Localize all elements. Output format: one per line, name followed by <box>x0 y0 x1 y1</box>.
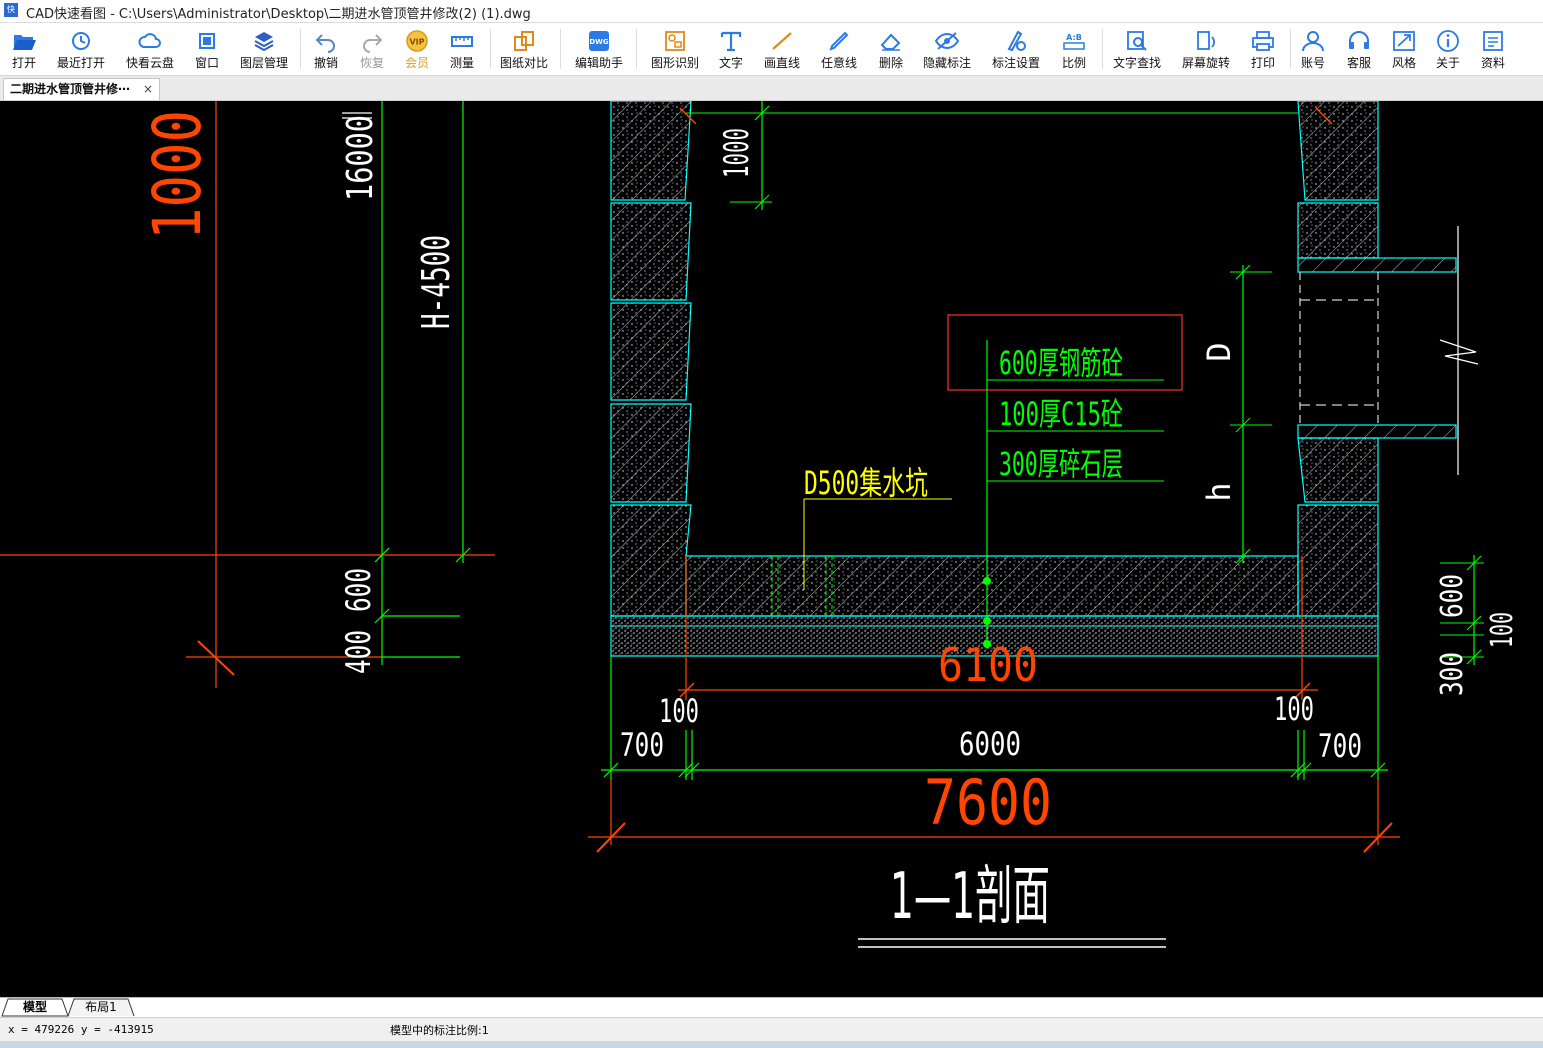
svg-text:A:B: A:B <box>1066 33 1082 42</box>
dim-h: h <box>1200 482 1238 501</box>
os-taskbar <box>0 1041 1543 1048</box>
rotate-screen-icon <box>1197 31 1215 50</box>
eraser-icon <box>880 33 901 51</box>
document-tab-strip: 二期进水管顶管井修⋯ × <box>0 76 1543 101</box>
layers-icon <box>254 32 274 52</box>
model-tab[interactable]: 模型 <box>8 999 62 1016</box>
dimension-settings-button[interactable]: 标注设置 <box>986 26 1046 72</box>
delete-button[interactable]: 删除 <box>872 26 910 72</box>
right-dims: 600 300 100 <box>1435 555 1520 696</box>
undo-icon <box>315 34 335 53</box>
printer-icon <box>1252 31 1274 51</box>
hide-dimension-button[interactable]: 隐藏标注 <box>918 26 976 72</box>
annotation-scale: 模型中的标注比例:1 <box>390 1024 489 1037</box>
pen-icon <box>829 31 849 51</box>
freeline-button[interactable]: 任意线 <box>814 26 864 72</box>
style-icon <box>1393 31 1415 51</box>
editor-button[interactable]: DWG 编辑助手 <box>570 26 628 72</box>
user-icon <box>1302 31 1324 52</box>
shape-recognition-button[interactable]: 图形识别 <box>646 26 704 72</box>
dim-6100: 6100 <box>938 638 1038 692</box>
svg-text:VIP: VIP <box>409 38 424 47</box>
dim-7600: 7600 <box>924 766 1052 839</box>
layout1-tab[interactable]: 布局1 <box>74 999 128 1016</box>
dimension-settings-icon <box>1007 30 1026 52</box>
about-button[interactable]: 关于 <box>1430 26 1466 72</box>
history-icon <box>72 32 90 50</box>
print-button[interactable]: 打印 <box>1244 26 1282 72</box>
dim-100-right-wall: 100 <box>1274 690 1314 728</box>
window-icon <box>199 33 215 49</box>
dim-100-right: 100 <box>1485 612 1520 648</box>
scale-ratio-icon: A:B <box>1063 33 1085 50</box>
measure-button[interactable]: 测量 <box>442 26 482 72</box>
status-bar: x = 479226 y = -413915 模型中的标注比例:1 <box>0 1017 1543 1042</box>
vip-button[interactable]: VIP 会员 <box>398 26 436 72</box>
service-button[interactable]: 客服 <box>1340 26 1378 72</box>
app-logo-icon: 快图 <box>4 3 18 28</box>
layout-tab-bar: 模型 布局1 <box>0 997 1543 1017</box>
document-tab[interactable]: 二期进水管顶管井修⋯ × <box>3 78 160 100</box>
headset-icon <box>1349 31 1369 49</box>
dim-100-left-wall: 100 <box>659 692 699 730</box>
compare-button[interactable]: 图纸对比 <box>496 26 552 72</box>
dim-600-left: 600 <box>339 568 379 612</box>
open-button[interactable]: 打开 <box>4 26 44 72</box>
window-title: CAD快速看图 - C:\Users\Administrator\Desktop… <box>26 7 531 22</box>
left-elevation: 1000 16000 H-4500 600 400 <box>0 101 495 688</box>
folder-open-icon <box>13 35 36 50</box>
account-button[interactable]: 账号 <box>1294 26 1332 72</box>
dim-6000: 6000 <box>959 725 1021 763</box>
dim-700-right: 700 <box>1318 727 1362 765</box>
info-icon <box>1437 30 1459 52</box>
shape-recognition-icon <box>665 31 685 51</box>
dim-300-right: 300 <box>1435 652 1470 696</box>
undo-button[interactable]: 撤销 <box>306 26 346 72</box>
resources-icon <box>1483 31 1503 51</box>
ruler-icon <box>451 36 473 47</box>
svg-text:DWG: DWG <box>589 38 609 46</box>
cursor-coordinates: x = 479226 y = -413915 <box>8 1023 154 1036</box>
compare-icon <box>514 31 534 51</box>
dim-700-left: 700 <box>620 726 664 764</box>
label-600-rc: 600厚钢筋砼 <box>999 344 1123 382</box>
document-tab-label: 二期进水管顶管井修⋯ <box>10 82 131 96</box>
label-300-gravel: 300厚碎石层 <box>999 445 1123 483</box>
line-icon <box>772 32 792 50</box>
dim-1000-inner: 1000 <box>717 128 757 178</box>
cloud-icon <box>138 33 161 48</box>
redo-button[interactable]: 恢复 <box>352 26 392 72</box>
style-button[interactable]: 风格 <box>1386 26 1422 72</box>
dim-D: D <box>1200 342 1238 361</box>
text-search-icon <box>1127 31 1147 51</box>
scale-button[interactable]: A:B 比例 <box>1054 26 1094 72</box>
rotate-screen-button[interactable]: 屏幕旋转 <box>1176 26 1236 72</box>
dim-400-left: 400 <box>339 630 379 674</box>
dwg-edit-icon: DWG <box>589 31 609 51</box>
label-100-c15: 100厚C15砼 <box>999 395 1123 433</box>
resources-button[interactable]: 资料 <box>1474 26 1512 72</box>
section-title: 1—1剖面 <box>890 860 1050 934</box>
close-tab-icon[interactable]: × <box>143 79 153 100</box>
dim-600-right: 600 <box>1435 574 1470 618</box>
cloud-button[interactable]: 快看云盘 <box>120 26 180 72</box>
title-bar: 快图 CAD快速看图 - C:\Users\Administrator\Desk… <box>0 0 1543 28</box>
section-title-group: 1—1剖面 <box>858 860 1166 948</box>
text-find-button[interactable]: 文字查找 <box>1108 26 1166 72</box>
eye-hidden-icon <box>934 32 960 50</box>
drawing-canvas[interactable]: 1000 16000 H-4500 600 400 1000 600厚钢筋砼 1… <box>0 101 1543 997</box>
main-toolbar: 打开 最近打开 快看云盘 窗口 图层管理 撤销 恢复 VIP 会员 测量 图纸对… <box>0 23 1543 76</box>
redo-icon <box>363 34 383 53</box>
window-button[interactable]: 窗口 <box>188 26 226 72</box>
layers-button[interactable]: 图层管理 <box>234 26 294 72</box>
text-t-icon <box>720 31 742 52</box>
line-button[interactable]: 画直线 <box>758 26 806 72</box>
label-d500-sump: D500集水坑 <box>804 464 928 502</box>
vip-icon: VIP <box>406 30 428 52</box>
dim-h-4500: H-4500 <box>414 235 458 329</box>
text-button[interactable]: 文字 <box>712 26 750 72</box>
recent-button[interactable]: 最近打开 <box>50 26 112 72</box>
dim-1000-left: 1000 <box>139 110 216 240</box>
dim-16000: 16000 <box>340 115 381 201</box>
